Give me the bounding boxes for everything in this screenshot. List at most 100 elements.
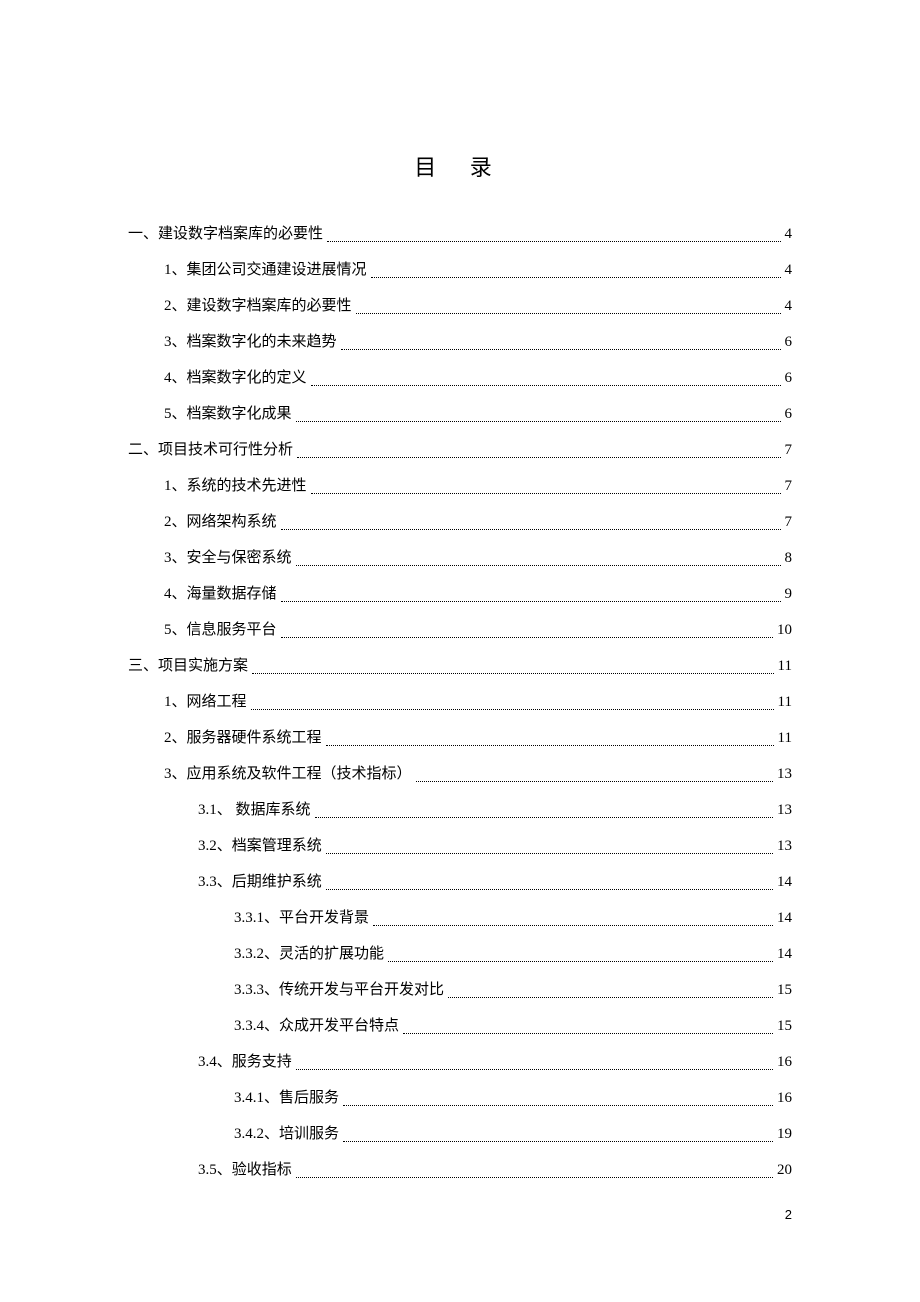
toc-entry-page: 19 bbox=[777, 1116, 792, 1152]
toc-entry-page: 10 bbox=[777, 612, 792, 648]
toc-entry: 1、网络工程 11 bbox=[128, 684, 792, 720]
toc-entry: 3.3.1、平台开发背景 14 bbox=[128, 900, 792, 936]
toc-entry-page: 7 bbox=[785, 432, 793, 468]
toc-leader-dots bbox=[281, 601, 781, 602]
toc-entry-text: 三、项目实施方案 bbox=[128, 648, 248, 684]
toc-entry-text: 2、建设数字档案库的必要性 bbox=[164, 288, 352, 324]
toc-leader-dots bbox=[296, 1069, 773, 1070]
toc-entry-text: 二、项目技术可行性分析 bbox=[128, 432, 293, 468]
toc-entry-page: 4 bbox=[785, 216, 793, 252]
toc-leader-dots bbox=[296, 421, 781, 422]
toc-leader-dots bbox=[371, 277, 781, 278]
toc-leader-dots bbox=[296, 1177, 773, 1178]
toc-leader-dots bbox=[327, 241, 780, 242]
toc-entry: 3.3.4、众成开发平台特点 15 bbox=[128, 1008, 792, 1044]
toc-entry: 3.4.2、培训服务 19 bbox=[128, 1116, 792, 1152]
toc-entry-text: 2、服务器硬件系统工程 bbox=[164, 720, 322, 756]
toc-entry-text: 5、档案数字化成果 bbox=[164, 396, 292, 432]
toc-entry: 二、项目技术可行性分析 7 bbox=[128, 432, 792, 468]
toc-entry-page: 14 bbox=[777, 864, 792, 900]
toc-entry-text: 4、海量数据存储 bbox=[164, 576, 277, 612]
toc-entry-text: 3.4、服务支持 bbox=[198, 1044, 292, 1080]
toc-entry: 3.4.1、售后服务 16 bbox=[128, 1080, 792, 1116]
toc-leader-dots bbox=[448, 997, 773, 998]
toc-entry-text: 3、应用系统及软件工程（技术指标） bbox=[164, 756, 412, 792]
toc-entry-text: 3.4.2、培训服务 bbox=[234, 1116, 339, 1152]
toc-leader-dots bbox=[326, 745, 774, 746]
toc-leader-dots bbox=[388, 961, 773, 962]
toc-entry-text: 3、安全与保密系统 bbox=[164, 540, 292, 576]
toc-entry: 三、项目实施方案11 bbox=[128, 648, 792, 684]
toc-leader-dots bbox=[311, 493, 781, 494]
toc-leader-dots bbox=[326, 853, 773, 854]
toc-leader-dots bbox=[343, 1105, 773, 1106]
toc-leader-dots bbox=[341, 349, 781, 350]
toc-entry-page: 20 bbox=[777, 1152, 792, 1188]
toc-entry-page: 8 bbox=[785, 540, 793, 576]
toc-entry: 4、海量数据存储 9 bbox=[128, 576, 792, 612]
toc-entry-text: 3.4.1、售后服务 bbox=[234, 1080, 339, 1116]
toc-leader-dots bbox=[356, 313, 781, 314]
toc-entry-page: 16 bbox=[777, 1080, 792, 1116]
toc-entry-text: 1、系统的技术先进性 bbox=[164, 468, 307, 504]
toc-leader-dots bbox=[373, 925, 773, 926]
toc-leader-dots bbox=[326, 889, 773, 890]
toc-entry-page: 16 bbox=[777, 1044, 792, 1080]
toc-entry-page: 6 bbox=[785, 324, 793, 360]
toc-entry-text: 3.3.3、传统开发与平台开发对比 bbox=[234, 972, 444, 1008]
toc-entry: 4、档案数字化的定义 6 bbox=[128, 360, 792, 396]
toc-entry-page: 4 bbox=[785, 288, 793, 324]
toc-entry-page: 4 bbox=[785, 252, 793, 288]
toc-entry: 一、建设数字档案库的必要性 4 bbox=[128, 216, 792, 252]
toc-entry: 1、集团公司交通建设进展情况 4 bbox=[128, 252, 792, 288]
toc-entry-text: 3.3.4、众成开发平台特点 bbox=[234, 1008, 399, 1044]
toc-entry-text: 一、建设数字档案库的必要性 bbox=[128, 216, 323, 252]
toc-list: 一、建设数字档案库的必要性41、集团公司交通建设进展情况42、建设数字档案库的必… bbox=[128, 216, 792, 1188]
toc-leader-dots bbox=[252, 673, 774, 674]
toc-leader-dots bbox=[343, 1141, 773, 1142]
toc-entry: 3.3.3、传统开发与平台开发对比 15 bbox=[128, 972, 792, 1008]
toc-entry: 5、信息服务平台 10 bbox=[128, 612, 792, 648]
toc-entry: 5、档案数字化成果6 bbox=[128, 396, 792, 432]
toc-entry-page: 6 bbox=[785, 360, 793, 396]
toc-entry-page: 7 bbox=[785, 504, 793, 540]
toc-entry: 3、档案数字化的未来趋势6 bbox=[128, 324, 792, 360]
document-page: 目 录 一、建设数字档案库的必要性41、集团公司交通建设进展情况42、建设数字档… bbox=[0, 0, 920, 1248]
toc-entry-page: 14 bbox=[777, 936, 792, 972]
toc-entry-text: 3.2、档案管理系统 bbox=[198, 828, 322, 864]
toc-entry: 3.5、验收指标 20 bbox=[128, 1152, 792, 1188]
toc-leader-dots bbox=[297, 457, 780, 458]
toc-entry-page: 15 bbox=[777, 972, 792, 1008]
toc-entry-text: 3.3.1、平台开发背景 bbox=[234, 900, 369, 936]
toc-entry-page: 14 bbox=[777, 900, 792, 936]
toc-entry: 3.3.2、灵活的扩展功能 14 bbox=[128, 936, 792, 972]
toc-entry-text: 3.5、验收指标 bbox=[198, 1152, 292, 1188]
toc-entry-text: 3.3.2、灵活的扩展功能 bbox=[234, 936, 384, 972]
toc-entry-text: 3.1、 数据库系统 bbox=[198, 792, 311, 828]
toc-entry-text: 4、档案数字化的定义 bbox=[164, 360, 307, 396]
toc-entry-page: 13 bbox=[777, 756, 792, 792]
toc-leader-dots bbox=[311, 385, 781, 386]
toc-entry-page: 9 bbox=[785, 576, 793, 612]
toc-entry: 3.3、后期维护系统 14 bbox=[128, 864, 792, 900]
toc-entry-text: 5、信息服务平台 bbox=[164, 612, 277, 648]
toc-entry: 3.1、 数据库系统 13 bbox=[128, 792, 792, 828]
toc-leader-dots bbox=[281, 637, 773, 638]
toc-entry-text: 1、集团公司交通建设进展情况 bbox=[164, 252, 367, 288]
toc-entry-page: 15 bbox=[777, 1008, 792, 1044]
toc-entry-page: 11 bbox=[778, 684, 792, 720]
toc-entry: 3.4、服务支持 16 bbox=[128, 1044, 792, 1080]
toc-entry-page: 13 bbox=[777, 792, 792, 828]
page-number: 2 bbox=[785, 1207, 792, 1222]
toc-entry-page: 7 bbox=[785, 468, 793, 504]
toc-entry: 2、网络架构系统7 bbox=[128, 504, 792, 540]
toc-entry: 3、应用系统及软件工程（技术指标） 13 bbox=[128, 756, 792, 792]
toc-entry: 1、系统的技术先进性 7 bbox=[128, 468, 792, 504]
toc-leader-dots bbox=[296, 565, 781, 566]
toc-leader-dots bbox=[315, 817, 773, 818]
toc-leader-dots bbox=[416, 781, 773, 782]
toc-leader-dots bbox=[281, 529, 781, 530]
toc-entry: 2、建设数字档案库的必要性 4 bbox=[128, 288, 792, 324]
toc-entry-text: 1、网络工程 bbox=[164, 684, 247, 720]
toc-entry-text: 3.3、后期维护系统 bbox=[198, 864, 322, 900]
